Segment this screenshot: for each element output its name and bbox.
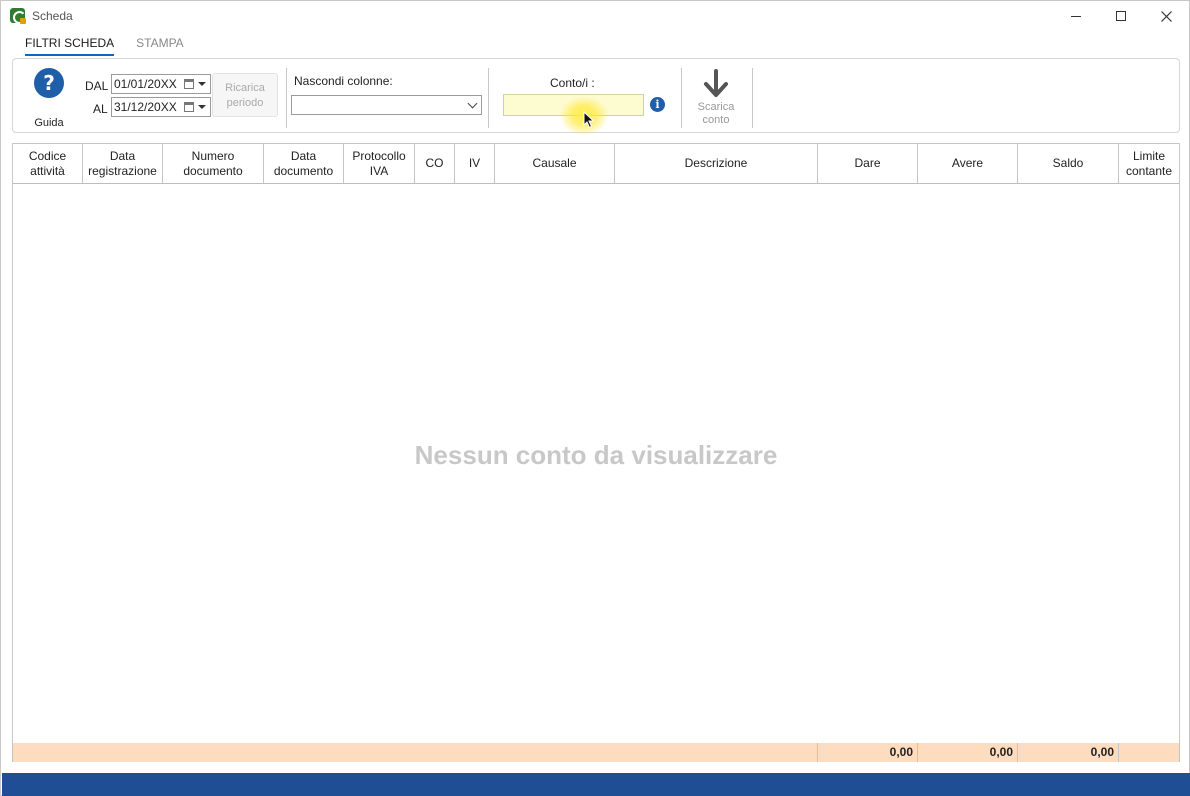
tab-stampa[interactable]: STAMPA (136, 36, 184, 56)
ribbon-tabs: FILTRI SCHEDA STAMPA (25, 36, 184, 56)
column-header-dare[interactable]: Dare (818, 144, 918, 183)
download-account-button[interactable]: Scarica conto (691, 67, 741, 129)
status-bar (2, 773, 1190, 796)
date-to-value: 31/12/20XX (114, 100, 177, 114)
separator (488, 68, 489, 128)
download-label-line2: conto (702, 114, 730, 126)
title-bar: Scheda (1, 1, 1189, 31)
reload-label-line2: periodo (226, 97, 264, 109)
info-icon[interactable]: i (650, 97, 665, 112)
empty-state-message: Nessun conto da visualizzare (414, 440, 778, 470)
separator (752, 68, 753, 128)
hide-columns-select[interactable] (291, 95, 482, 115)
column-header-co[interactable]: CO (415, 144, 455, 183)
account-label: Conto/i : (550, 76, 595, 90)
column-header-limite-contante[interactable]: Limite contante (1119, 144, 1179, 183)
minimize-icon (1071, 15, 1081, 17)
column-header-data-registrazione[interactable]: Data registrazione (83, 144, 163, 183)
column-header-saldo[interactable]: Saldo (1018, 144, 1119, 183)
guide-button[interactable]: ? Guida (32, 68, 66, 129)
help-icon: ? (34, 68, 64, 98)
calendar-icon[interactable] (184, 79, 194, 89)
maximize-button[interactable] (1098, 1, 1144, 31)
app-logo-icon (10, 8, 26, 24)
hide-columns-label: Nascondi colonne: (294, 74, 393, 88)
grid-header: Codice attività Data registrazione Numero d… (13, 144, 1179, 184)
download-label-line1: Scarica (697, 101, 735, 113)
column-header-descrizione[interactable]: Descrizione (615, 144, 818, 183)
dropdown-arrow-icon[interactable] (198, 105, 206, 109)
date-from-field[interactable]: 01/01/20XX (111, 74, 211, 94)
date-to-field[interactable]: 31/12/20XX (111, 97, 211, 117)
totals-row: 0,00 0,00 0,00 (13, 743, 1179, 762)
guide-label: Guida (34, 117, 64, 129)
separator (286, 68, 287, 128)
reload-period-button[interactable]: Ricarica periodo (212, 73, 278, 117)
total-limite-contante (1118, 743, 1179, 762)
date-from-label: DAL (85, 79, 109, 93)
separator (681, 68, 682, 128)
app-window: Scheda FILTRI SCHEDA STAMPA ? Guida DAL … (0, 0, 1190, 796)
column-header-codice-attivita[interactable]: Codice attività (13, 144, 83, 183)
maximize-icon (1116, 11, 1126, 21)
arrow-down-icon (704, 69, 728, 97)
date-to-label: AL (93, 102, 108, 116)
chevron-down-icon[interactable] (467, 98, 478, 109)
total-dare: 0,00 (817, 743, 917, 762)
date-from-value: 01/01/20XX (114, 77, 177, 91)
column-header-numero-documento[interactable]: Numero documento (163, 144, 264, 183)
calendar-icon[interactable] (184, 102, 194, 112)
window-title: Scheda (32, 9, 73, 23)
column-header-causale[interactable]: Causale (495, 144, 615, 183)
column-header-iv[interactable]: IV (455, 144, 495, 183)
dropdown-arrow-icon[interactable] (198, 82, 206, 86)
total-avere: 0,00 (917, 743, 1017, 762)
column-header-avere[interactable]: Avere (918, 144, 1018, 183)
minimize-button[interactable] (1053, 1, 1099, 31)
total-saldo: 0,00 (1017, 743, 1118, 762)
tab-filtri-scheda[interactable]: FILTRI SCHEDA (25, 36, 115, 56)
close-icon (1160, 10, 1172, 22)
column-header-protocollo-iva[interactable]: Protocollo IVA (344, 144, 415, 183)
column-header-data-documento[interactable]: Data documento (264, 144, 344, 183)
close-button[interactable] (1143, 1, 1189, 31)
ledger-grid: Codice attività Data registrazione Numero d… (12, 143, 1180, 762)
download-label: Scarica conto (691, 101, 741, 127)
reload-label-line1: Ricarica (225, 82, 265, 94)
mouse-cursor-icon (583, 111, 595, 129)
